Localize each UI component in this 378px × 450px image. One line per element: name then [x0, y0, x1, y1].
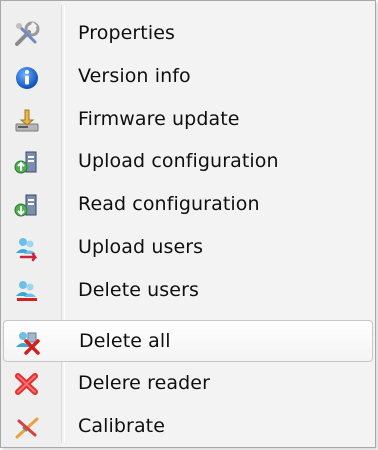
menu-item-label: Delete users: [78, 279, 200, 301]
menu-item-calibrate[interactable]: Calibrate: [3, 406, 373, 448]
menu-item-label: Properties: [78, 22, 176, 44]
menu-item-label: Upload users: [78, 236, 204, 258]
menu-item-label: Upload configuration: [78, 150, 279, 172]
menu-item-upload-configuration[interactable]: Upload configuration: [3, 141, 373, 183]
info-icon: [13, 63, 41, 91]
menu-item-version-info[interactable]: Version info: [3, 56, 373, 98]
menu-item-delete-users[interactable]: Delete users: [3, 270, 373, 312]
menu-item-read-configuration[interactable]: Read configuration: [3, 184, 373, 226]
delete-users-icon: [13, 277, 41, 305]
properties-wrench-icon: [13, 20, 41, 48]
upload-users-icon: [13, 234, 41, 262]
menu-item-label: Delere reader: [78, 372, 210, 394]
context-menu: Properties Version info Firmware update …: [0, 0, 376, 448]
menu-item-label: Version info: [78, 65, 191, 87]
menu-item-properties[interactable]: Properties: [3, 13, 373, 55]
menu-item-firmware-update[interactable]: Firmware update: [3, 99, 373, 141]
read-configuration-icon: [13, 191, 41, 219]
menu-item-delete-all[interactable]: Delete all: [3, 320, 373, 362]
calibrate-icon: [13, 413, 41, 441]
menu-item-upload-users[interactable]: Upload users: [3, 227, 373, 269]
menu-item-label: Calibrate: [78, 415, 166, 437]
menu-item-delete-reader[interactable]: Delere reader: [3, 363, 373, 405]
menu-item-label: Read configuration: [78, 193, 260, 215]
delete-all-icon: [14, 328, 42, 356]
delete-reader-icon: [13, 370, 41, 398]
upload-configuration-icon: [13, 148, 41, 176]
menu-item-label: Firmware update: [78, 108, 240, 130]
firmware-update-icon: [13, 106, 41, 134]
menu-item-label: Delete all: [79, 330, 171, 352]
